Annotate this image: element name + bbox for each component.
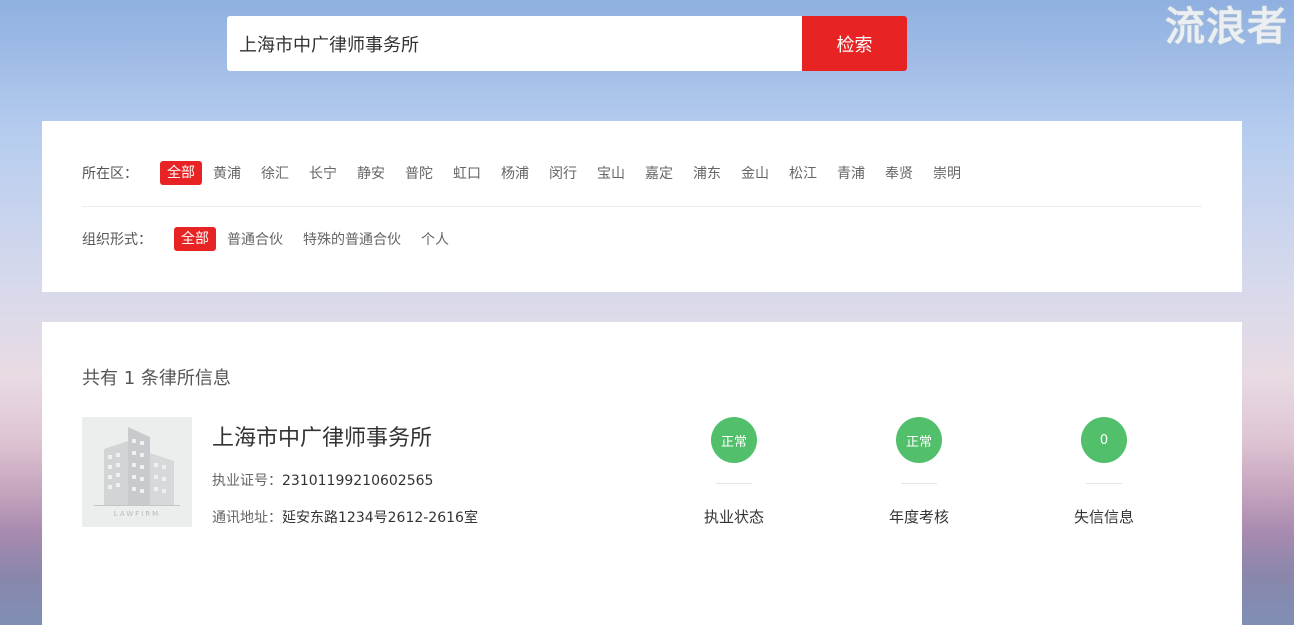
org-type-filter-label: 组织形式： — [82, 232, 152, 248]
license-value: 23101199210602565 — [282, 473, 434, 489]
stat-label: 失信信息 — [1073, 508, 1134, 526]
address-row: 通讯地址：延安东路1234号2612-2616室 — [212, 507, 478, 527]
result-panel: 共有 1 条律所信息 LAWFIRM 上海市中广律师事务所 执业证号：23101… — [42, 322, 1242, 625]
address-value: 延安东路1234号2612-2616室 — [282, 510, 478, 526]
district-all-chip[interactable]: 全部 — [160, 161, 202, 185]
license-row: 执业证号：23101199210602565 — [212, 470, 433, 490]
district-option[interactable]: 长宁 — [309, 163, 337, 183]
building-icon: LAWFIRM — [94, 427, 180, 518]
district-option[interactable]: 虹口 — [453, 163, 481, 183]
stat-label: 执业状态 — [703, 508, 764, 526]
firm-name-link[interactable]: 上海市中广律师事务所 — [212, 420, 432, 452]
stat-divider — [716, 483, 752, 484]
district-option[interactable]: 奉贤 — [885, 163, 913, 183]
result-count: 共有 1 条律所信息 — [82, 368, 231, 389]
thumb-caption: LAWFIRM — [114, 510, 160, 518]
stat-label: 年度考核 — [888, 508, 949, 526]
status-badge: 正常 — [711, 417, 757, 463]
org-type-option[interactable]: 普通合伙 — [227, 229, 283, 249]
district-option[interactable]: 崇明 — [933, 163, 961, 183]
annual-review-stat: 正常 年度考核 — [859, 417, 979, 527]
search-input[interactable] — [227, 16, 802, 71]
district-option[interactable]: 静安 — [357, 163, 385, 183]
district-option[interactable]: 金山 — [741, 163, 769, 183]
org-type-all-chip[interactable]: 全部 — [174, 227, 216, 251]
license-label: 执业证号： — [212, 473, 282, 489]
district-option[interactable]: 松江 — [789, 163, 817, 183]
district-option[interactable]: 宝山 — [597, 163, 625, 183]
status-badge: 正常 — [896, 417, 942, 463]
district-option[interactable]: 嘉定 — [645, 163, 673, 183]
filter-panel: 所在区： 全部 黄浦 徐汇 长宁 静安 普陀 虹口 杨浦 闵行 宝山 嘉定 浦东… — [42, 121, 1242, 292]
org-type-option[interactable]: 特殊的普通合伙 — [303, 229, 401, 249]
watermark-logo: 流浪者 — [1165, 4, 1288, 50]
district-option[interactable]: 杨浦 — [501, 163, 529, 183]
search-button[interactable]: 检索 — [802, 16, 907, 71]
status-badge: 0 — [1081, 417, 1127, 463]
stat-divider — [901, 483, 937, 484]
law-firm-thumbnail: LAWFIRM — [82, 417, 192, 527]
filter-divider — [82, 206, 1202, 207]
district-filter-label: 所在区： — [82, 166, 138, 182]
district-option[interactable]: 徐汇 — [261, 163, 289, 183]
district-option[interactable]: 闵行 — [549, 163, 577, 183]
stat-divider — [1086, 483, 1122, 484]
credit-info-stat: 0 失信信息 — [1044, 417, 1164, 527]
address-label: 通讯地址： — [212, 510, 282, 526]
district-option[interactable]: 青浦 — [837, 163, 865, 183]
search-bar: 检索 — [227, 16, 907, 71]
district-option[interactable]: 普陀 — [405, 163, 433, 183]
practice-status-stat: 正常 执业状态 — [674, 417, 794, 527]
org-type-option[interactable]: 个人 — [421, 229, 449, 249]
org-type-filter: 组织形式： 全部 普通合伙 特殊的普通合伙 个人 — [82, 227, 469, 251]
district-option[interactable]: 黄浦 — [213, 163, 241, 183]
district-filter: 所在区： 全部 黄浦 徐汇 长宁 静安 普陀 虹口 杨浦 闵行 宝山 嘉定 浦东… — [82, 161, 981, 185]
district-option[interactable]: 浦东 — [693, 163, 721, 183]
